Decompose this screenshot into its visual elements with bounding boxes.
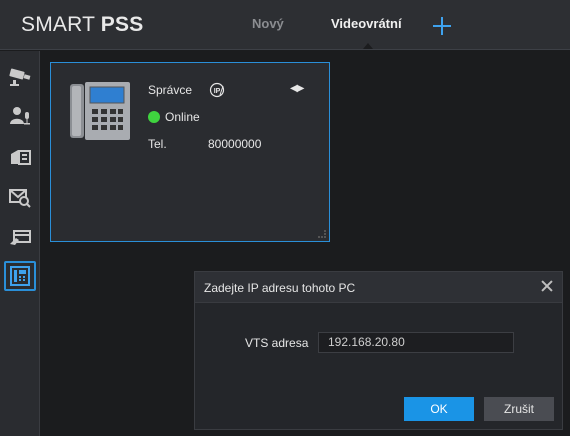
user-mic-icon [10, 107, 30, 125]
tel-value: 80000000 [208, 137, 262, 151]
device-name: Správce [148, 83, 193, 97]
vts-ip-dialog: Zadejte IP adresu tohoto PC VTS adresa 1… [194, 271, 563, 430]
tel-label: Tel. [148, 137, 167, 151]
mail-search-icon [9, 189, 31, 208]
camera-icon [9, 68, 31, 86]
sidebar-item-card-swipe[interactable] [4, 222, 36, 252]
vts-address-label: VTS adresa [245, 336, 309, 350]
dialog-titlebar: Zadejte IP adresu tohoto PC [195, 272, 562, 303]
ok-button[interactable]: OK [404, 397, 474, 421]
online-status-dot [148, 111, 160, 123]
tab-videovratni[interactable]: Videovrátní [331, 16, 402, 31]
sidebar-item-card-reader[interactable] [4, 142, 36, 172]
active-tab-caret [363, 43, 373, 49]
cancel-button[interactable]: Zrušit [484, 397, 554, 421]
device-status: Online [165, 110, 200, 124]
svg-text:IP: IP [214, 88, 221, 95]
tab-novy[interactable]: Nový [252, 16, 284, 31]
device-nav-arrows[interactable]: ◀▶ [290, 83, 304, 94]
sidebar-item-user-mic[interactable] [4, 101, 36, 131]
card-swipe-icon [10, 230, 31, 245]
desk-phone-icon [70, 82, 130, 140]
device-card[interactable]: Správce IP ◀▶ Online Tel. 80000000 [50, 62, 330, 242]
app-logo: SMART PSS [21, 13, 144, 36]
intercom-icon [10, 266, 30, 286]
ip-icon[interactable]: IP [209, 82, 225, 98]
resize-grip[interactable] [318, 230, 326, 238]
sidebar-item-intercom[interactable] [4, 261, 36, 291]
add-tab-button[interactable] [431, 15, 453, 37]
card-reader-icon [11, 150, 31, 165]
top-header: SMART PSS Nový Videovrátní [0, 0, 570, 50]
close-icon[interactable] [540, 279, 554, 293]
vts-address-input[interactable]: 192.168.20.80 [318, 332, 514, 353]
sidebar-item-camera[interactable] [4, 62, 36, 92]
sidebar [0, 51, 40, 436]
sidebar-item-mail-search[interactable] [4, 182, 36, 212]
dialog-title: Zadejte IP adresu tohoto PC [204, 281, 356, 295]
